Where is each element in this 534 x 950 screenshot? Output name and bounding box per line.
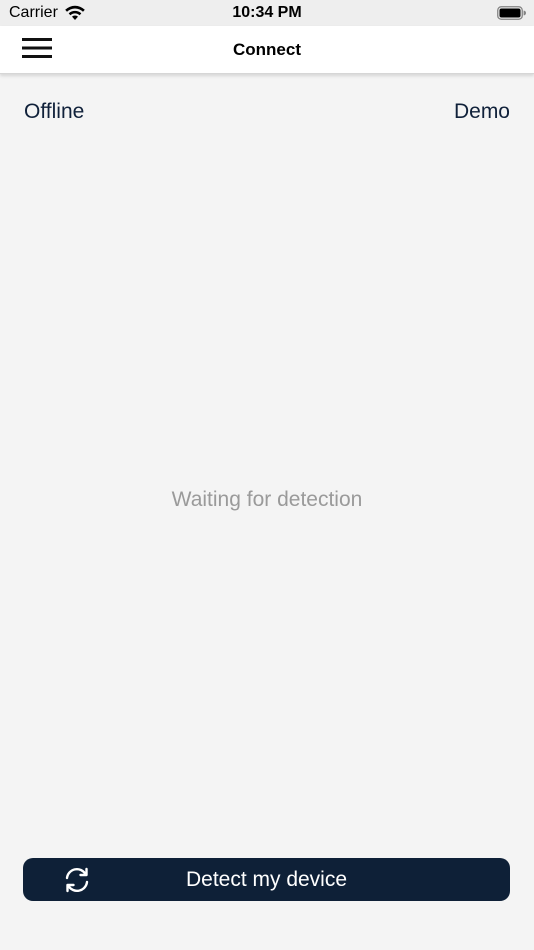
demo-link[interactable]: Demo	[454, 100, 510, 124]
connection-row: Offline Demo	[24, 100, 510, 124]
detect-button-label: Detect my device	[185, 867, 348, 891]
clock: 10:34 PM	[232, 4, 302, 21]
detection-status: Waiting for detection	[171, 488, 363, 511]
battery-icon	[497, 6, 526, 20]
page-title: Connect	[233, 40, 301, 59]
status-bar: Carrier 10:34 PM	[0, 0, 534, 26]
navigation-bar: Connect	[0, 26, 534, 74]
offline-label: Offline	[24, 100, 85, 123]
detect-device-button[interactable]: Detect my device	[23, 858, 510, 901]
refresh-icon	[63, 866, 91, 894]
app-screen: Carrier 10:34 PM Connect Offline Demo Wa…	[0, 0, 534, 950]
